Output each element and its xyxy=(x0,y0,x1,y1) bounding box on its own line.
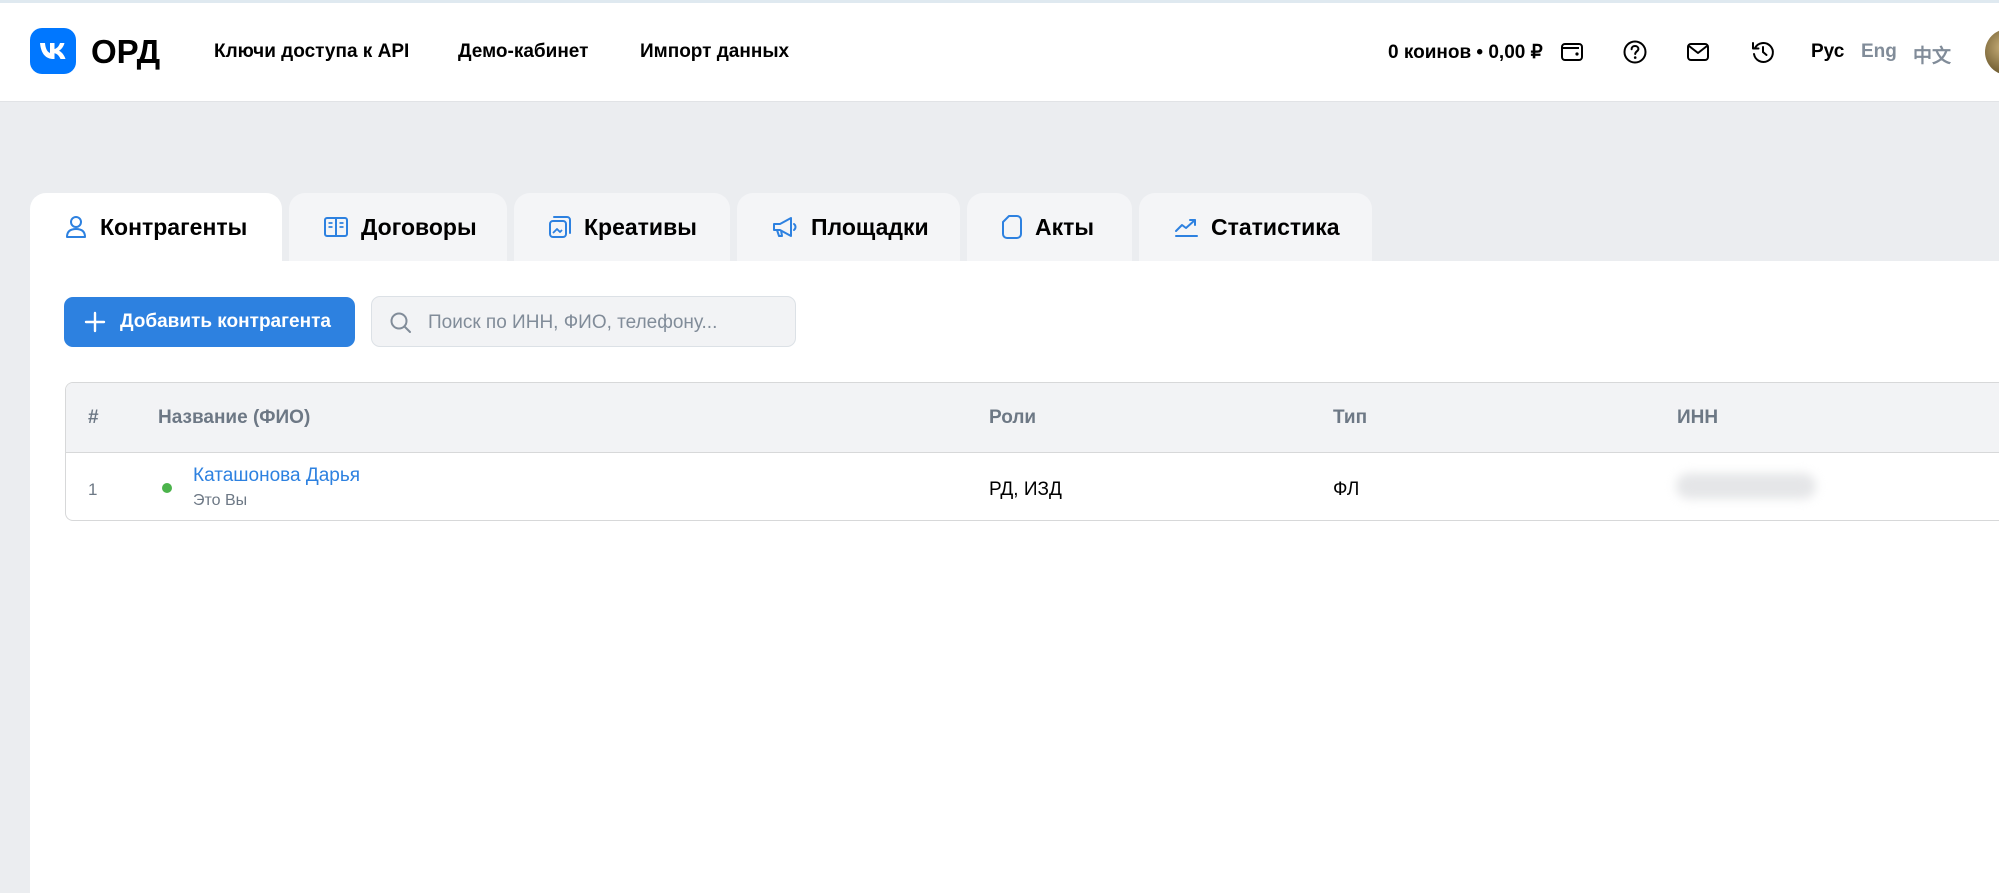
megaphone-icon xyxy=(773,217,797,237)
document-icon xyxy=(1002,215,1022,239)
lang-en[interactable]: Eng xyxy=(1861,41,1897,63)
app-title: ОРД xyxy=(91,33,161,70)
tab-label: Площадки xyxy=(811,213,929,240)
plus-icon xyxy=(84,311,106,333)
lang-zh[interactable]: 中文 xyxy=(1913,41,1951,68)
tab-creatives[interactable]: Креативы xyxy=(514,193,730,261)
avatar[interactable] xyxy=(1985,29,1999,75)
history-icon[interactable] xyxy=(1750,39,1776,65)
column-header-inn[interactable]: ИНН xyxy=(1677,407,1718,429)
column-header-number: # xyxy=(88,407,99,428)
column-header-type[interactable]: Тип xyxy=(1333,407,1367,429)
nav-api-keys[interactable]: Ключи доступа к API xyxy=(214,41,409,63)
search-icon xyxy=(390,312,411,333)
counterparty-subtitle: Это Вы xyxy=(193,492,248,509)
status-dot xyxy=(162,483,172,493)
inn-cell-redacted xyxy=(1676,473,1816,499)
counterparty-name-link[interactable]: Каташонова Дарья xyxy=(193,465,360,487)
nav-demo-cabinet[interactable]: Демо-кабинет xyxy=(458,41,588,63)
tab-label: Статистика xyxy=(1211,213,1340,240)
tab-acts[interactable]: Акты xyxy=(967,193,1132,261)
creative-icon xyxy=(549,216,571,238)
add-button-label: Добавить контрагента xyxy=(120,311,331,332)
type-cell: ФЛ xyxy=(1333,479,1360,500)
mail-icon[interactable] xyxy=(1685,39,1711,65)
row-number: 1 xyxy=(88,480,98,499)
user-icon xyxy=(66,216,86,238)
help-icon[interactable] xyxy=(1622,39,1648,65)
tab-label: Контрагенты xyxy=(100,213,248,240)
app-header: ОРД Ключи доступа к API Демо-кабинет Имп… xyxy=(0,3,1999,102)
nav-import-data[interactable]: Импорт данных xyxy=(640,41,789,63)
tab-statistics[interactable]: Статистика xyxy=(1139,193,1372,261)
tab-contracts[interactable]: Договоры xyxy=(289,193,507,261)
content-panel xyxy=(30,261,1999,893)
table-header: # Название (ФИО) Роли Тип ИНН xyxy=(66,383,1999,453)
tab-platforms[interactable]: Площадки xyxy=(737,193,960,261)
tab-label: Договоры xyxy=(361,213,477,240)
search-input[interactable] xyxy=(426,297,790,348)
add-counterparty-button[interactable]: Добавить контрагента xyxy=(64,297,355,347)
search-field xyxy=(371,296,796,348)
tab-counterparties[interactable]: Контрагенты xyxy=(30,193,282,261)
vk-logo-icon[interactable] xyxy=(30,28,76,74)
lang-ru[interactable]: Рус xyxy=(1811,41,1844,63)
chart-icon xyxy=(1175,219,1198,237)
book-icon xyxy=(324,217,348,237)
counterparties-table: # Название (ФИО) Роли Тип ИНН 1 Каташоно… xyxy=(65,382,1999,521)
balance-display[interactable]: 0 коинов • 0,00 ₽ xyxy=(1388,41,1543,64)
column-header-roles[interactable]: Роли xyxy=(989,407,1036,429)
wallet-icon[interactable] xyxy=(1559,39,1585,65)
roles-cell: РД, ИЗД xyxy=(989,479,1062,500)
tab-label: Акты xyxy=(1035,213,1095,240)
tab-label: Креативы xyxy=(584,213,697,240)
column-header-name[interactable]: Название (ФИО) xyxy=(158,407,310,429)
